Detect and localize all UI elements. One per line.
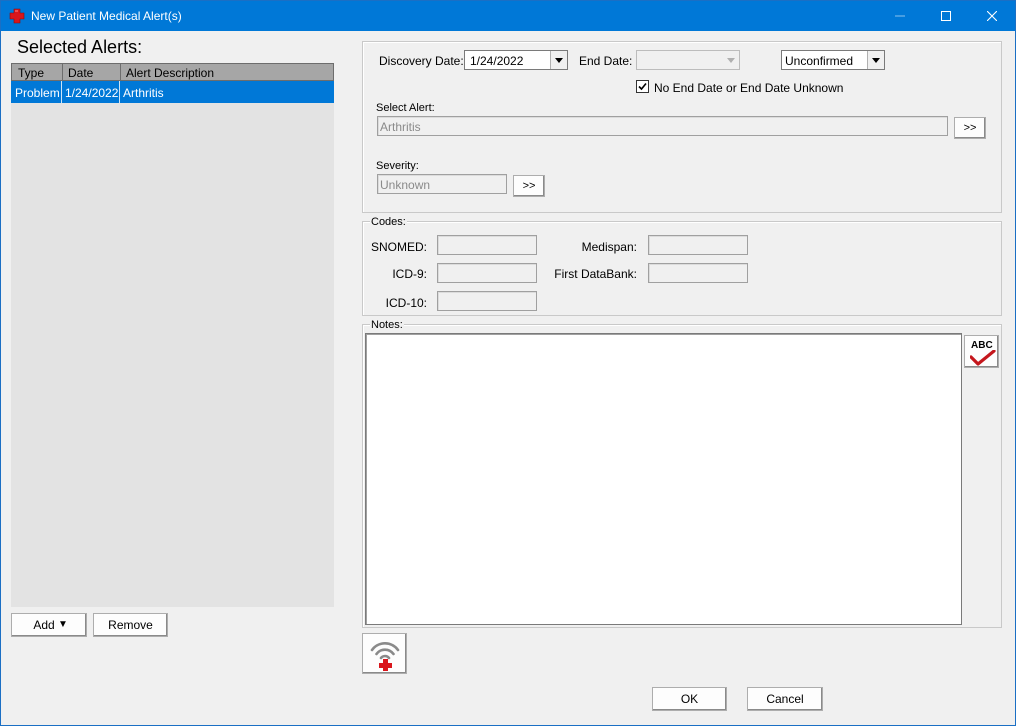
row-divider	[119, 81, 120, 103]
selected-alerts-grid[interactable]: Type Date Alert Description Problem 1/24…	[11, 63, 334, 607]
confirmation-status-select[interactable]: Unconfirmed	[781, 50, 885, 70]
discovery-date-picker[interactable]: 1/24/2022	[464, 50, 568, 70]
add-button[interactable]: Add ▼	[11, 613, 87, 637]
end-date-label: End Date:	[579, 54, 633, 68]
no-end-date-checkbox[interactable]	[636, 80, 649, 93]
add-label: Add	[33, 618, 55, 632]
medispan-label: Medispan:	[581, 240, 637, 254]
dropdown-arrow[interactable]	[722, 51, 739, 69]
severity-value: Unknown	[380, 178, 431, 192]
dropdown-arrow[interactable]	[550, 51, 567, 69]
minimize-icon	[895, 15, 905, 17]
discovery-date-value: 1/24/2022	[470, 54, 524, 68]
severity-field[interactable]: Unknown	[377, 174, 507, 194]
row-divider	[61, 81, 62, 103]
snomed-label: SNOMED:	[370, 240, 427, 254]
chevron-down-icon	[726, 57, 735, 63]
codes-legend: Codes:	[370, 216, 407, 228]
dropdown-arrow[interactable]	[867, 51, 884, 69]
icd10-label: ICD-10:	[385, 296, 427, 310]
close-icon	[987, 11, 997, 21]
row-date: 1/24/2022	[65, 86, 119, 100]
alert-broadcast-button[interactable]	[362, 633, 407, 674]
column-header-type[interactable]: Type	[18, 66, 44, 80]
spell-check-button[interactable]: ABC	[964, 335, 999, 368]
browse-severity-button[interactable]: >>	[513, 175, 545, 197]
select-alert-field[interactable]: Arthritis	[377, 116, 948, 136]
maximize-icon	[941, 11, 951, 21]
close-button[interactable]	[969, 1, 1015, 31]
grid-header: Type Date Alert Description	[11, 63, 334, 81]
cancel-label: Cancel	[766, 692, 804, 706]
select-alert-value: Arthritis	[380, 120, 421, 134]
confirmation-status-value: Unconfirmed	[785, 54, 854, 68]
browse-label: >>	[522, 180, 536, 192]
cancel-button[interactable]: Cancel	[747, 687, 823, 711]
end-date-picker[interactable]	[636, 50, 740, 70]
ok-label: OK	[680, 692, 699, 706]
medispan-field[interactable]	[648, 235, 748, 255]
spellcheck-icon	[970, 350, 996, 366]
severity-label: Severity:	[376, 160, 419, 172]
chevron-down-icon	[872, 57, 880, 63]
selected-alerts-heading: Selected Alerts:	[17, 37, 143, 57]
column-header-description[interactable]: Alert Description	[126, 66, 214, 80]
remove-label: Remove	[108, 618, 153, 632]
title-bar[interactable]: New Patient Medical Alert(s)	[1, 1, 1015, 31]
first-databank-field[interactable]	[648, 263, 748, 283]
no-end-date-label: No End Date or End Date Unknown	[654, 81, 844, 95]
column-divider[interactable]	[120, 64, 121, 80]
select-alert-label: Select Alert:	[376, 102, 435, 114]
dropdown-arrow-icon: ▼	[58, 619, 68, 630]
window-title: New Patient Medical Alert(s)	[31, 9, 182, 23]
first-databank-label: First DataBank:	[554, 267, 637, 281]
row-description: Arthritis	[123, 86, 164, 100]
wireless-medical-icon	[370, 642, 400, 671]
snomed-field[interactable]	[437, 235, 537, 255]
table-row[interactable]: Problem 1/24/2022 Arthritis	[11, 81, 334, 103]
ok-button[interactable]: OK	[652, 687, 727, 711]
remove-button[interactable]: Remove	[93, 613, 168, 637]
discovery-date-label: Discovery Date:	[379, 54, 464, 68]
column-header-date[interactable]: Date	[68, 66, 93, 80]
chevron-down-icon	[555, 57, 563, 63]
minimize-button[interactable]	[877, 1, 923, 31]
checkmark-icon	[638, 82, 647, 91]
dialog-window: New Patient Medical Alert(s) Selected Al…	[0, 0, 1016, 726]
browse-label: >>	[963, 122, 977, 134]
icd9-label: ICD-9:	[392, 267, 427, 281]
column-divider[interactable]	[62, 64, 63, 80]
icd9-field[interactable]	[437, 263, 537, 283]
icd10-field[interactable]	[437, 291, 537, 311]
maximize-button[interactable]	[923, 1, 969, 31]
medical-cross-icon	[9, 8, 25, 24]
browse-alert-button[interactable]: >>	[954, 117, 986, 139]
notes-legend: Notes:	[370, 319, 404, 331]
row-type: Problem	[15, 86, 60, 100]
notes-textarea[interactable]	[365, 333, 962, 625]
